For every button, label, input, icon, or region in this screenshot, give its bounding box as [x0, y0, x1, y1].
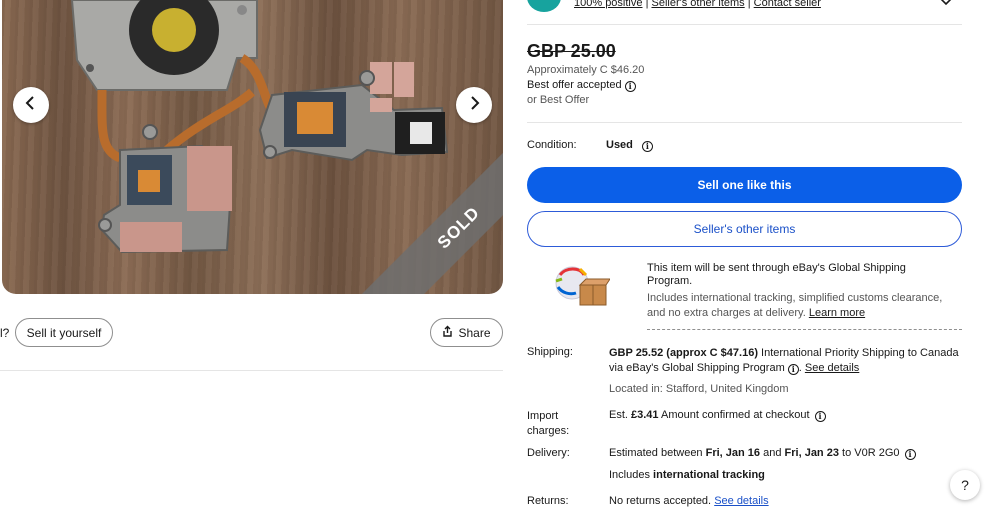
seller-avatar[interactable] [527, 0, 561, 12]
help-button[interactable]: ? [950, 470, 980, 500]
share-button[interactable]: Share [430, 318, 503, 347]
share-label: Share [458, 325, 491, 340]
best-offer-status: Best offer accepted i [527, 79, 636, 92]
share-icon [442, 325, 453, 340]
condition-value-text: Used [606, 139, 633, 151]
import-label-1: Import [527, 410, 559, 422]
seller-other-items-link[interactable]: Seller's other items [651, 0, 744, 9]
condition-label: Condition: [527, 139, 577, 151]
info-icon[interactable]: i [814, 410, 826, 422]
chevron-right-icon [468, 95, 480, 115]
sell-it-yourself-label: Sell it yourself [26, 325, 102, 340]
import-label: Import charges: [527, 409, 569, 439]
returns-label: Returns: [527, 495, 569, 507]
info-icon[interactable]: i [904, 448, 916, 460]
import-label-2: charges: [527, 425, 570, 437]
original-price: GBP 25.00 [527, 41, 616, 61]
info-icon[interactable]: i [787, 363, 799, 375]
sellers-other-items-button[interactable]: Seller's other items [527, 211, 962, 247]
divider [527, 24, 962, 25]
delivery-postcode: to V0R 2G0 [842, 447, 900, 459]
delivery-date-to: Fri, Jan 23 [784, 447, 839, 459]
divider [527, 122, 962, 123]
delivery-label: Delivery: [527, 447, 570, 459]
shipping-label: Shipping: [527, 346, 573, 358]
import-note: Amount confirmed at checkout [661, 409, 810, 421]
gsp-description: Includes international tracking, simplif… [647, 291, 962, 320]
condition-value: Used i [606, 139, 653, 152]
tracking-text: international tracking [653, 469, 765, 481]
left-divider [0, 370, 503, 371]
returns-text: No returns accepted. [609, 495, 712, 507]
chevron-left-icon [25, 95, 37, 115]
delivery-tracking: Includes international tracking [609, 468, 765, 483]
shipping-program: via eBay's Global Shipping Program [609, 362, 785, 374]
sellers-other-items-label: Seller's other items [693, 222, 796, 236]
shipping-see-details-link[interactable]: See details [805, 362, 859, 374]
tracking-prefix: Includes [609, 469, 650, 481]
location: Located in: Stafford, United Kingdom [609, 383, 789, 395]
gsp-desc-text: Includes international tracking, simplif… [647, 292, 943, 319]
import-amount: £3.41 [631, 409, 659, 421]
info-icon[interactable]: i [624, 80, 636, 92]
item-photo[interactable]: SOLD [2, 0, 503, 294]
shipping-amount: GBP 25.52 (approx C $47.16) [609, 347, 758, 359]
sell-one-like-this-button[interactable]: Sell one like this [527, 167, 962, 203]
shipping-line-1: GBP 25.52 (approx C $47.16) Internationa… [609, 346, 959, 361]
shipping-service: International Priority Shipping to Canad… [761, 347, 959, 359]
or-best-offer: or Best Offer [527, 94, 590, 106]
seller-links: 100% positive | Seller's other items | C… [574, 0, 821, 9]
delivery-prefix: Estimated between [609, 447, 703, 459]
contact-seller-link[interactable]: Contact seller [754, 0, 821, 9]
sell-one-like-this-label: Sell one like this [697, 178, 792, 192]
returns-details: No returns accepted. See details [609, 494, 769, 509]
best-offer-label: Best offer accepted [527, 79, 622, 91]
chevron-down-icon[interactable] [940, 0, 952, 12]
cropped-label: l? [0, 326, 10, 340]
delivery-estimate: Estimated between Fri, Jan 16 and Fri, J… [609, 446, 916, 461]
global-shipping-icon [550, 261, 611, 309]
import-prefix: Est. [609, 409, 628, 421]
approx-price: Approximately C $46.20 [527, 64, 645, 76]
seller-feedback-link[interactable]: 100% positive [574, 0, 643, 9]
import-details: Est. £3.41 Amount confirmed at checkout i [609, 408, 826, 423]
shipping-details: GBP 25.52 (approx C $47.16) Internationa… [609, 346, 959, 376]
sell-it-yourself-button[interactable]: Sell it yourself [15, 318, 113, 347]
delivery-date-from: Fri, Jan 16 [705, 447, 761, 459]
returns-see-details-link[interactable]: See details [714, 495, 768, 507]
delivery-and: and [763, 447, 782, 459]
dotted-divider [647, 329, 962, 330]
help-label: ? [961, 477, 969, 493]
learn-more-link[interactable]: Learn more [809, 307, 865, 319]
shipping-line-2: via eBay's Global Shipping Program i. See… [609, 362, 860, 375]
next-image-button[interactable] [456, 87, 492, 123]
info-icon[interactable]: i [641, 140, 653, 152]
gsp-title: This item will be sent through eBay's Gl… [647, 262, 906, 287]
previous-image-button[interactable] [13, 87, 49, 123]
